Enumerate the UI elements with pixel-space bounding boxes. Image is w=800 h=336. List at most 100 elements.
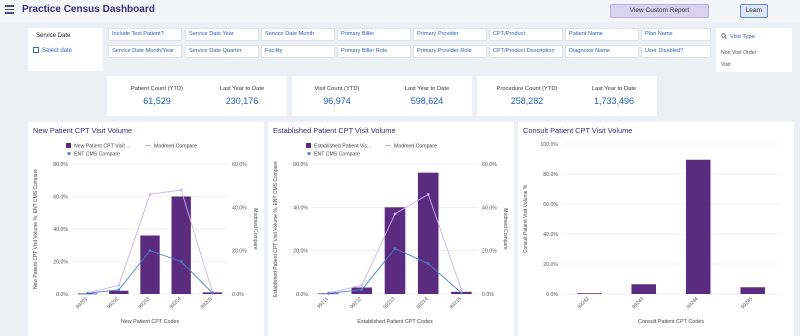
search-icon: [721, 33, 727, 39]
series-point: [426, 262, 430, 265]
kpi-ly-label: Last Year to Date: [219, 86, 265, 92]
bar: [631, 284, 657, 294]
filter-diagnosis-name[interactable]: Diagnosis Name: [565, 45, 639, 58]
x-tick-label: 99245: [740, 296, 754, 310]
filter-plan-name[interactable]: Plan Name: [641, 28, 711, 41]
filter-include-test-patient[interactable]: Include Test Patient?: [108, 28, 182, 41]
select-date-link[interactable]: Select date: [33, 47, 72, 54]
series-point: [117, 284, 121, 287]
filter-service-date-year[interactable]: Service Date Year: [185, 28, 259, 41]
y-tick-label: 0.0%: [546, 292, 558, 298]
x-axis-title: Established Patient CPT Codes: [357, 319, 433, 325]
bar: [384, 207, 406, 294]
kpi-ly-value: 1,733,496: [593, 96, 635, 106]
y-right-tick-label: 40.0%: [482, 205, 497, 211]
view-custom-report-button[interactable]: View Custom Report: [610, 4, 709, 18]
legend-label: Established Patient Vis...: [314, 144, 371, 150]
filter-service-date-quarter[interactable]: Service Date Quarter: [185, 45, 259, 58]
legend-swatch: [66, 143, 71, 148]
bar: [109, 290, 129, 294]
y-tick-label: 20.0%: [53, 260, 68, 266]
filter-primary-provider-role[interactable]: Primary Provider Role: [413, 45, 487, 58]
kpi-ly-label: Last Year to Date: [591, 86, 637, 92]
kpi-value: 61,529: [143, 96, 171, 106]
service-date-label: Service Date: [36, 33, 71, 39]
y-tick-label: 80.0%: [543, 172, 558, 178]
legend-label: ENT CMS Compare: [314, 152, 360, 158]
x-tick-label: 99213: [382, 296, 396, 310]
visit-type-option-non-visit-order[interactable]: Non Visit Order: [721, 50, 789, 56]
y-tick-label: 40.0%: [293, 205, 308, 211]
filter-user-disabled[interactable]: User Disabled?: [641, 45, 711, 58]
x-tick-label: 99205: [200, 296, 214, 310]
series-point: [148, 193, 152, 196]
series-point: [393, 247, 397, 250]
series-point: [426, 193, 430, 196]
learn-button[interactable]: Learn: [740, 4, 768, 18]
new-patient-chart: 0.0% 20.0% 40.0% 60.0% 80.0% 0.0% 20.0% 40.0% 60…: [33, 143, 258, 325]
y-tick-label: 0.0%: [296, 292, 308, 298]
series-point: [179, 260, 183, 263]
legend-label: ENT CMS Compare: [74, 152, 120, 158]
filter-service-date-month[interactable]: Service Date Month: [261, 28, 335, 41]
y-tick-label: 0.0%: [56, 292, 68, 298]
kpi-label: Visit Count (YTD): [314, 86, 360, 92]
x-tick-label: 99215: [449, 296, 463, 310]
top-bar: Practice Census Dashboard View Custom Re…: [0, 0, 800, 22]
filter-service-date-month-year[interactable]: Service Date Month/Year: [108, 45, 182, 58]
x-tick-label: 99203: [137, 296, 151, 310]
filter-cpt-product[interactable]: CPT/Product: [489, 28, 563, 41]
series-point: [117, 288, 121, 291]
y-right-tick-label: 20.0%: [232, 249, 247, 255]
y-right-tick-label: 0.0%: [482, 292, 494, 298]
y-tick-label: 100.0%: [540, 142, 558, 148]
series-point: [211, 291, 214, 295]
series-point: [460, 288, 463, 291]
filter-primary-provider[interactable]: Primary Provider: [413, 28, 487, 41]
x-tick-label: 99244: [686, 296, 700, 310]
bar: [740, 287, 766, 294]
kpi-card-visit-count: Visit Count (YTD) 96,974 Last Year to Da…: [292, 76, 472, 116]
legend-swatch: [307, 151, 311, 156]
y-right-axis-title: Modmed Compare: [252, 208, 258, 250]
consult-patient-chart-card: Consult Patient CPT Visit Volume 0.0% 20.…: [518, 122, 794, 336]
established-patient-chart-card: Established Patient CPT Visit Volume 0.0…: [268, 122, 514, 336]
kpi-card-procedure-count: Procedure Count (YTD) 258,282 Last Year …: [477, 76, 657, 116]
x-tick-label: 99201: [75, 296, 89, 310]
visit-type-header[interactable]: Visit Type: [721, 33, 755, 40]
series-point: [179, 188, 183, 192]
y-right-tick-label: 0.0%: [232, 292, 244, 298]
x-tick-label: 99214: [416, 296, 430, 310]
visit-type-slicer: Visit Type Non Visit Order Visit: [716, 28, 792, 72]
kpi-ly-value: 230,176: [225, 96, 259, 106]
filter-patient-name[interactable]: Patient Name: [565, 28, 639, 41]
filter-primary-biller-role[interactable]: Primary Biller Role: [337, 45, 411, 58]
kpi-label: Procedure Count (YTD): [496, 86, 558, 92]
service-date-filter: Service Date Select date: [28, 28, 103, 71]
legend-swatch: [306, 143, 311, 148]
y-tick-label: 80.0%: [53, 162, 68, 168]
visit-type-option-visit[interactable]: Visit: [721, 62, 789, 68]
series-point: [327, 292, 330, 295]
legend-swatch: [67, 151, 71, 156]
filter-primary-biller[interactable]: Primary Biller: [337, 28, 411, 41]
x-axis-title: New Patient CPT Codes: [121, 319, 180, 325]
series-point: [393, 212, 397, 216]
filter-cpt-product-description[interactable]: CPT/Product Description: [489, 45, 563, 58]
filter-facility[interactable]: Facility: [261, 45, 335, 58]
y-tick-label: 20.0%: [543, 262, 558, 268]
kpi-ly-label: Last Year to Date: [404, 86, 450, 92]
legend-label: Modmed Compare: [154, 144, 197, 150]
menu-icon[interactable]: [5, 5, 14, 14]
y-tick-label: 60.0%: [53, 195, 68, 201]
x-tick-label: 99242: [577, 296, 591, 310]
bar: [576, 293, 602, 295]
y-right-tick-label: 60.0%: [482, 162, 497, 168]
series-point: [86, 292, 89, 295]
x-tick-label: 99243: [631, 296, 645, 310]
bar: [685, 159, 711, 294]
bar: [417, 172, 439, 294]
series-point: [148, 249, 152, 252]
y-right-tick-label: 40.0%: [232, 205, 247, 211]
series-point: [360, 288, 364, 291]
